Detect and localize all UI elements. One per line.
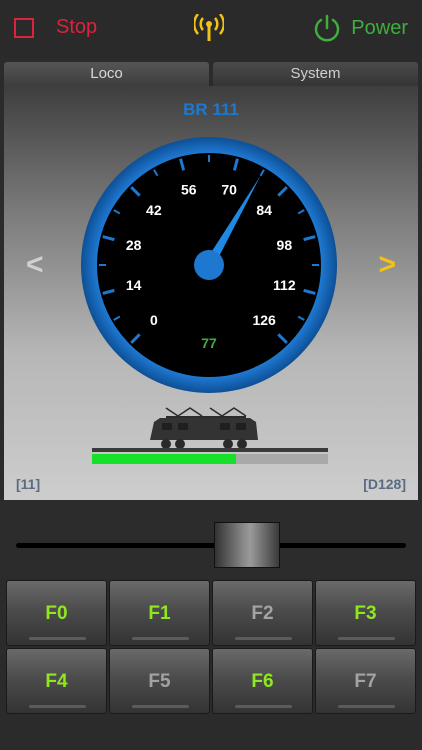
throttle-area [0,500,422,578]
function-button-f7[interactable]: F7 [315,648,416,714]
tick-label: 14 [126,277,142,293]
tab-system[interactable]: System [213,62,418,86]
function-indicator-bar [235,705,292,708]
speed-readout: 77 [201,335,217,351]
tick-label: 112 [273,277,296,293]
stop-label: Stop [56,16,98,38]
function-label: F4 [45,671,68,692]
function-button-f6[interactable]: F6 [212,648,313,714]
next-loco-arrow[interactable]: > [378,248,396,282]
tick-label: 0 [150,312,158,328]
function-button-f5[interactable]: F5 [109,648,210,714]
function-label: F0 [45,603,68,624]
function-label: F6 [251,671,274,692]
function-indicator-bar [338,637,395,640]
throttle-track[interactable] [16,543,406,548]
tick-label: 84 [256,202,272,218]
stop-square-icon [14,17,34,38]
function-indicator-bar [132,705,189,708]
locomotive-icon [150,407,258,449]
speed-progress-fill [92,454,236,464]
antenna-signal-icon [194,14,224,41]
tick-label: 126 [252,312,276,328]
function-indicator-bar [132,637,189,640]
tick-label: 28 [126,237,142,253]
function-buttons: F0 F1 F2 F3 F4 F5 F6 F7 [6,580,416,716]
function-indicator-bar [29,637,86,640]
top-bar: Stop Power [0,0,422,58]
power-button[interactable]: Power [313,14,408,42]
speed-progress-bar [92,454,328,464]
function-indicator-bar [29,705,86,708]
power-icon [315,14,340,42]
loco-panel: BR 111 0 14 28 42 56 70 84 98 112 126 77 < > [4,86,418,500]
loco-address: [11] [16,476,41,492]
function-button-f1[interactable]: F1 [109,580,210,646]
function-label: F5 [148,671,171,692]
tick-label: 42 [146,202,162,218]
loco-name[interactable]: BR 111 [4,100,418,120]
function-button-f2[interactable]: F2 [212,580,313,646]
tick-label: 56 [181,182,197,198]
function-label: F2 [251,603,274,624]
prev-loco-arrow[interactable]: < [26,248,44,282]
tab-loco[interactable]: Loco [4,62,209,86]
stop-button[interactable]: Stop [14,16,97,39]
function-button-f0[interactable]: F0 [6,580,107,646]
function-button-f4[interactable]: F4 [6,648,107,714]
function-label: F1 [148,603,171,624]
tick-label: 70 [221,182,237,198]
decoder-steps: [D128] [363,476,406,492]
function-button-f3[interactable]: F3 [315,580,416,646]
rail-track [92,448,328,452]
function-indicator-bar [338,705,395,708]
function-label: F7 [354,671,377,692]
tab-bar: Loco System [4,62,418,86]
speed-gauge: 0 14 28 42 56 70 84 98 112 126 77 [81,137,337,393]
power-label: Power [351,16,408,39]
function-indicator-bar [235,637,292,640]
needle-hub [194,250,224,280]
function-label: F3 [354,603,377,624]
throttle-thumb[interactable] [214,522,280,568]
tick-label: 98 [277,237,293,253]
